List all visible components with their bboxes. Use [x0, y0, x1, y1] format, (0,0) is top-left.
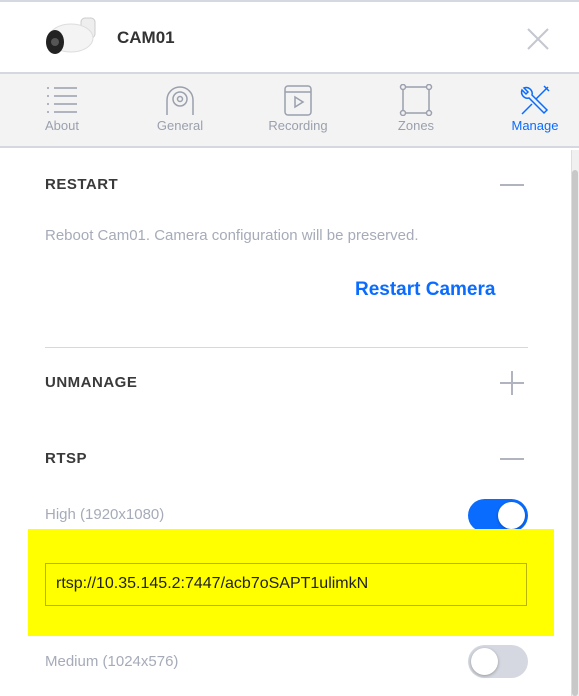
scrollbar-thumb[interactable] — [572, 170, 578, 696]
tab-label: General — [156, 118, 204, 133]
collapse-restart-icon[interactable] — [500, 184, 524, 186]
restart-camera-button[interactable]: Restart Camera — [355, 279, 495, 301]
tab-label: About — [45, 118, 79, 133]
close-icon[interactable] — [527, 28, 549, 50]
camera-icon — [166, 86, 194, 115]
tab-zones[interactable]: Zones — [357, 74, 475, 146]
tab-label: Manage — [511, 118, 559, 133]
rtsp-section-title: RTSP — [45, 450, 88, 467]
zone-icon — [399, 84, 433, 116]
stream-high-label: High (1920x1080) — [45, 506, 165, 523]
tab-bar: About General Recording Zones Manage — [0, 72, 579, 148]
tab-recording[interactable]: Recording — [239, 74, 357, 146]
tab-about[interactable]: About — [3, 74, 121, 146]
restart-section-title: RESTART — [45, 176, 119, 193]
tools-icon — [520, 85, 550, 115]
restart-description: Reboot Cam01. Camera configuration will … — [45, 227, 419, 244]
stream-medium-toggle[interactable] — [468, 645, 528, 678]
tab-manage[interactable]: Manage — [476, 74, 579, 146]
unmanage-section-title: UNMANAGE — [45, 374, 138, 391]
expand-unmanage-icon[interactable] — [500, 371, 524, 395]
video-icon — [284, 85, 312, 116]
camera-title: CAM01 — [117, 28, 175, 47]
camera-thumbnail-icon — [46, 17, 96, 54]
tab-general[interactable]: General — [121, 74, 239, 146]
header: CAM01 — [0, 0, 579, 72]
collapse-rtsp-icon[interactable] — [500, 458, 524, 460]
stream-high-toggle[interactable] — [468, 499, 528, 532]
rtsp-url-field[interactable]: rtsp://10.35.145.2:7447/acb7oSAPT1ulimkN — [45, 563, 527, 606]
tab-label: Zones — [397, 118, 435, 133]
stream-medium-label: Medium (1024x576) — [45, 653, 179, 670]
tab-label: Recording — [268, 118, 328, 133]
list-icon — [47, 87, 77, 113]
divider — [45, 347, 528, 348]
